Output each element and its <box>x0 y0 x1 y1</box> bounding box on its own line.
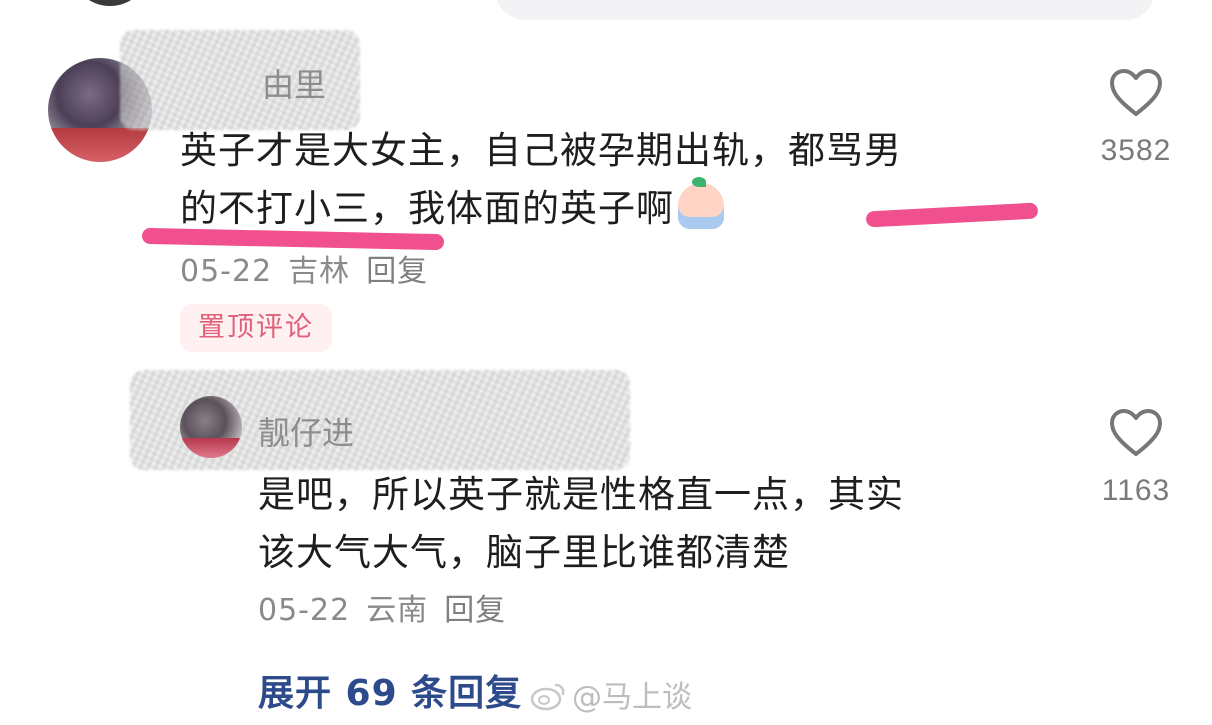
comment-username[interactable]: 由里 <box>262 60 326 106</box>
like-count: 1163 <box>1101 474 1171 507</box>
comment-meta: 05-22 吉林 回复 <box>180 246 444 290</box>
comment-text-line: 英子才是大女主，自己被孕期出轨，都骂男 <box>180 129 902 172</box>
comment-location: 吉林 <box>288 254 351 289</box>
comment-text-line: 的不打小三，我体面的英子啊 <box>180 187 674 230</box>
pinned-comment-badge: 置顶评论 <box>180 304 332 352</box>
watermark-text: @马上谈 <box>572 680 692 715</box>
reply-text-line: 该大气大气，脑子里比谁都清楚 <box>258 531 790 574</box>
watermark: @马上谈 <box>530 672 692 716</box>
avatar[interactable] <box>180 396 242 458</box>
reply-text: 是吧，所以英子就是性格直一点，其实 该大气大气，脑子里比谁都清楚 <box>258 466 1038 582</box>
like-button[interactable]: 3582 <box>1096 68 1176 168</box>
reply-date: 05-22 <box>258 593 351 628</box>
previous-avatar-peek <box>70 0 150 6</box>
reply-meta: 05-22 云南 回复 <box>258 585 522 629</box>
weibo-logo-icon <box>530 683 565 711</box>
avatar[interactable] <box>48 58 152 162</box>
heart-outline-icon[interactable] <box>1108 68 1164 118</box>
comment-date: 05-22 <box>180 254 273 289</box>
reply-button[interactable]: 回复 <box>444 593 506 628</box>
expand-replies-link[interactable]: 展开 69 条回复 <box>258 664 522 716</box>
previous-comment-bubble-peek <box>495 0 1155 20</box>
peach-face-emoji-icon <box>678 177 724 229</box>
reply-button[interactable]: 回复 <box>366 254 428 289</box>
heart-outline-icon[interactable] <box>1108 408 1164 458</box>
reply-username[interactable]: 靓仔进 <box>258 408 354 454</box>
like-button[interactable]: 1163 <box>1096 408 1176 508</box>
like-count: 3582 <box>1100 134 1172 167</box>
reply-location: 云南 <box>366 593 429 628</box>
reply-text-line: 是吧，所以英子就是性格直一点，其实 <box>258 473 904 516</box>
